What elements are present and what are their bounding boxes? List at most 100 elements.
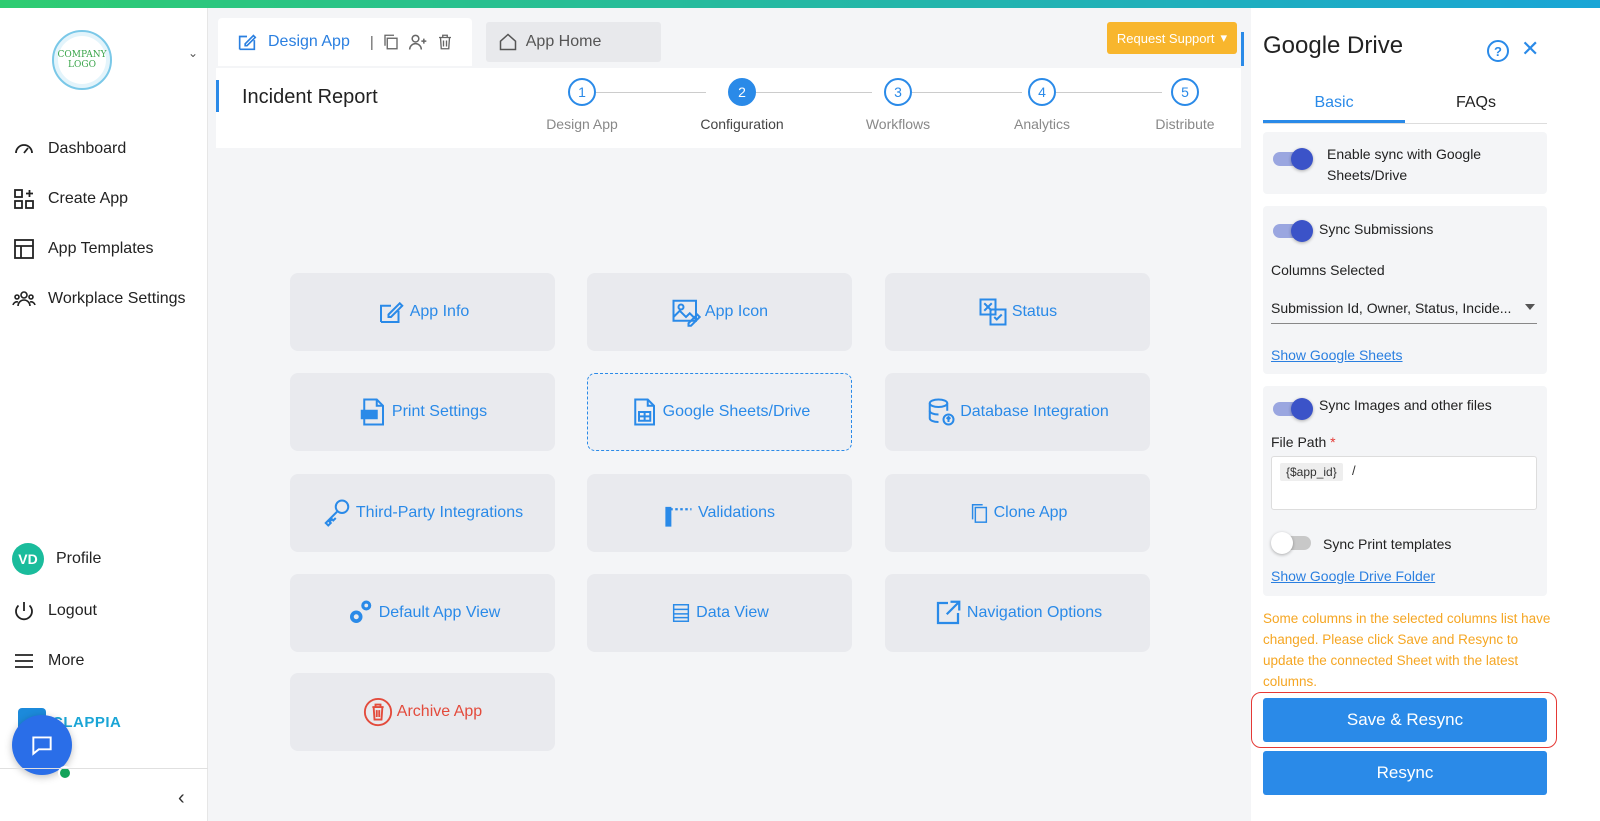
sidebar-item-create-app[interactable]: Create App: [12, 184, 128, 214]
power-icon: [15, 602, 33, 621]
step-number: 4: [1028, 78, 1056, 106]
tab-design-app[interactable]: Design App |: [218, 18, 472, 66]
panel-accent: [1241, 32, 1244, 66]
card-app-icon[interactable]: App Icon: [587, 273, 852, 351]
users-icon: [12, 291, 36, 307]
step-label: Design App: [546, 116, 618, 132]
step-distribute[interactable]: 5 Distribute: [1130, 78, 1240, 132]
step-analytics[interactable]: 4 Analytics: [987, 78, 1097, 132]
step-label: Analytics: [1013, 116, 1071, 132]
card-third-party-integrations[interactable]: Third-Party Integrations: [290, 474, 555, 552]
sidebar-item-label: Logout: [48, 602, 97, 619]
tab-basic[interactable]: Basic: [1263, 88, 1405, 123]
sync-print-label: Sync Print templates: [1323, 536, 1452, 552]
file-path-suffix: /: [1352, 463, 1356, 478]
validation-icon: [665, 506, 692, 527]
panel-title: Google Drive: [1263, 32, 1404, 59]
card-label: Clone App: [993, 504, 1068, 521]
list-icon: [673, 604, 690, 622]
add-user-icon[interactable]: [408, 32, 428, 52]
sidebar-item-logout[interactable]: Logout: [12, 596, 97, 626]
show-google-sheets-link[interactable]: Show Google Sheets: [1271, 347, 1403, 363]
edit-icon: [238, 34, 257, 51]
resync-button[interactable]: Resync: [1263, 751, 1547, 795]
card-label: Status: [1011, 303, 1058, 320]
tab-actions: |: [370, 32, 454, 52]
card-data-view[interactable]: Data View: [587, 574, 852, 652]
card-google-sheets-drive[interactable]: Google Sheets/Drive: [587, 373, 852, 451]
caret-down-icon: ▾: [1220, 30, 1227, 45]
resync-label: Resync: [1376, 763, 1434, 782]
card-label: Google Sheets/Drive: [662, 403, 811, 420]
card-archive-app[interactable]: Archive App: [290, 673, 555, 751]
trash-icon: [363, 697, 392, 727]
toggle-knob: [1291, 398, 1313, 420]
section-sync-submissions: Sync Submissions Columns Selected Submis…: [1263, 206, 1547, 374]
sidebar-item-dashboard[interactable]: Dashboard: [12, 134, 126, 164]
sidebar-item-more[interactable]: More: [12, 646, 84, 676]
request-support-button[interactable]: Request Support ▾: [1106, 22, 1237, 54]
sidebar-item-workplace-settings[interactable]: Workplace Settings: [12, 284, 186, 314]
gears-icon: [349, 600, 371, 623]
sync-images-toggle[interactable]: [1273, 398, 1313, 420]
card-print-settings[interactable]: Print Settings: [290, 373, 555, 451]
trash-icon[interactable]: [436, 33, 454, 51]
show-drive-folder-link[interactable]: Show Google Drive Folder: [1271, 568, 1435, 584]
file-path-label-text: File Path: [1271, 434, 1327, 450]
sidebar-item-profile[interactable]: VD Profile: [12, 543, 101, 575]
sheet-icon: [633, 398, 655, 426]
sidebar-item-label: Workplace Settings: [48, 290, 186, 307]
page-title: Incident Report: [242, 86, 378, 108]
sync-submissions-toggle[interactable]: [1273, 220, 1313, 242]
card-clone-app[interactable]: Clone App: [885, 474, 1150, 552]
card-app-info[interactable]: App Info: [290, 273, 555, 351]
close-icon[interactable]: ✕: [1521, 36, 1539, 62]
google-drive-panel: Google Drive ? ✕ Basic FAQs Enable sync …: [1241, 8, 1600, 821]
sidebar-item-app-templates[interactable]: App Templates: [12, 234, 154, 264]
chat-icon: [32, 736, 52, 756]
chevron-down-icon[interactable]: ⌄: [188, 46, 198, 60]
file-path-chip: {$app_id}: [1280, 463, 1343, 481]
card-label: Print Settings: [391, 403, 488, 420]
step-workflows[interactable]: 3 Workflows: [843, 78, 953, 132]
menu-icon: [15, 654, 33, 668]
card-status[interactable]: Status: [885, 273, 1150, 351]
header-accent: [216, 80, 219, 112]
sidebar-item-label: More: [48, 652, 85, 669]
section-enable-sync: Enable sync with Google Sheets/Drive: [1263, 132, 1547, 194]
panel-tabs: Basic FAQs: [1263, 88, 1547, 124]
tab-app-home[interactable]: App Home: [485, 22, 661, 62]
company-logo[interactable]: COMPANY LOGO: [52, 30, 112, 90]
top-accent-bar: [0, 0, 1600, 8]
tab-faqs[interactable]: FAQs: [1405, 88, 1547, 123]
file-path-input[interactable]: {$app_id} /: [1271, 456, 1537, 510]
create-app-icon: [14, 189, 34, 209]
step-configuration[interactable]: 2 Configuration: [687, 78, 797, 132]
toggle-knob: [1291, 220, 1313, 242]
file-path-label: File Path *: [1271, 432, 1336, 453]
tab-separator: |: [369, 33, 374, 51]
step-design-app[interactable]: 1 Design App: [527, 78, 637, 132]
chevron-left-icon[interactable]: ‹: [178, 787, 185, 810]
help-icon[interactable]: ?: [1487, 40, 1509, 62]
caret-down-icon: [1525, 304, 1535, 310]
main-content: Design App | App Home Request Support ▾ …: [208, 8, 1251, 821]
save-resync-button[interactable]: Save & Resync: [1263, 698, 1547, 742]
sync-print-toggle[interactable]: [1271, 532, 1311, 554]
card-label: Archive App: [396, 703, 483, 720]
sync-images-label: Sync Images and other files: [1319, 397, 1492, 413]
card-default-app-view[interactable]: Default App View: [290, 574, 555, 652]
copy-icon[interactable]: [382, 33, 400, 51]
card-label: Database Integration: [960, 403, 1109, 420]
card-label: App Icon: [704, 303, 769, 320]
card-navigation-options[interactable]: Navigation Options: [885, 574, 1150, 652]
columns-select[interactable]: Submission Id, Owner, Status, Incide...: [1271, 294, 1537, 324]
step-label: Distribute: [1155, 116, 1215, 132]
stepper: 1 Design App 2 Configuration 3 Workflows…: [516, 78, 1236, 138]
card-database-integration[interactable]: Database Integration: [885, 373, 1150, 451]
toggle-knob: [1291, 148, 1313, 170]
warning-message: Some columns in the selected columns lis…: [1263, 611, 1551, 689]
card-validations[interactable]: Validations: [587, 474, 852, 552]
columns-selected-label: Columns Selected: [1271, 262, 1385, 278]
enable-sync-toggle[interactable]: [1273, 148, 1313, 170]
